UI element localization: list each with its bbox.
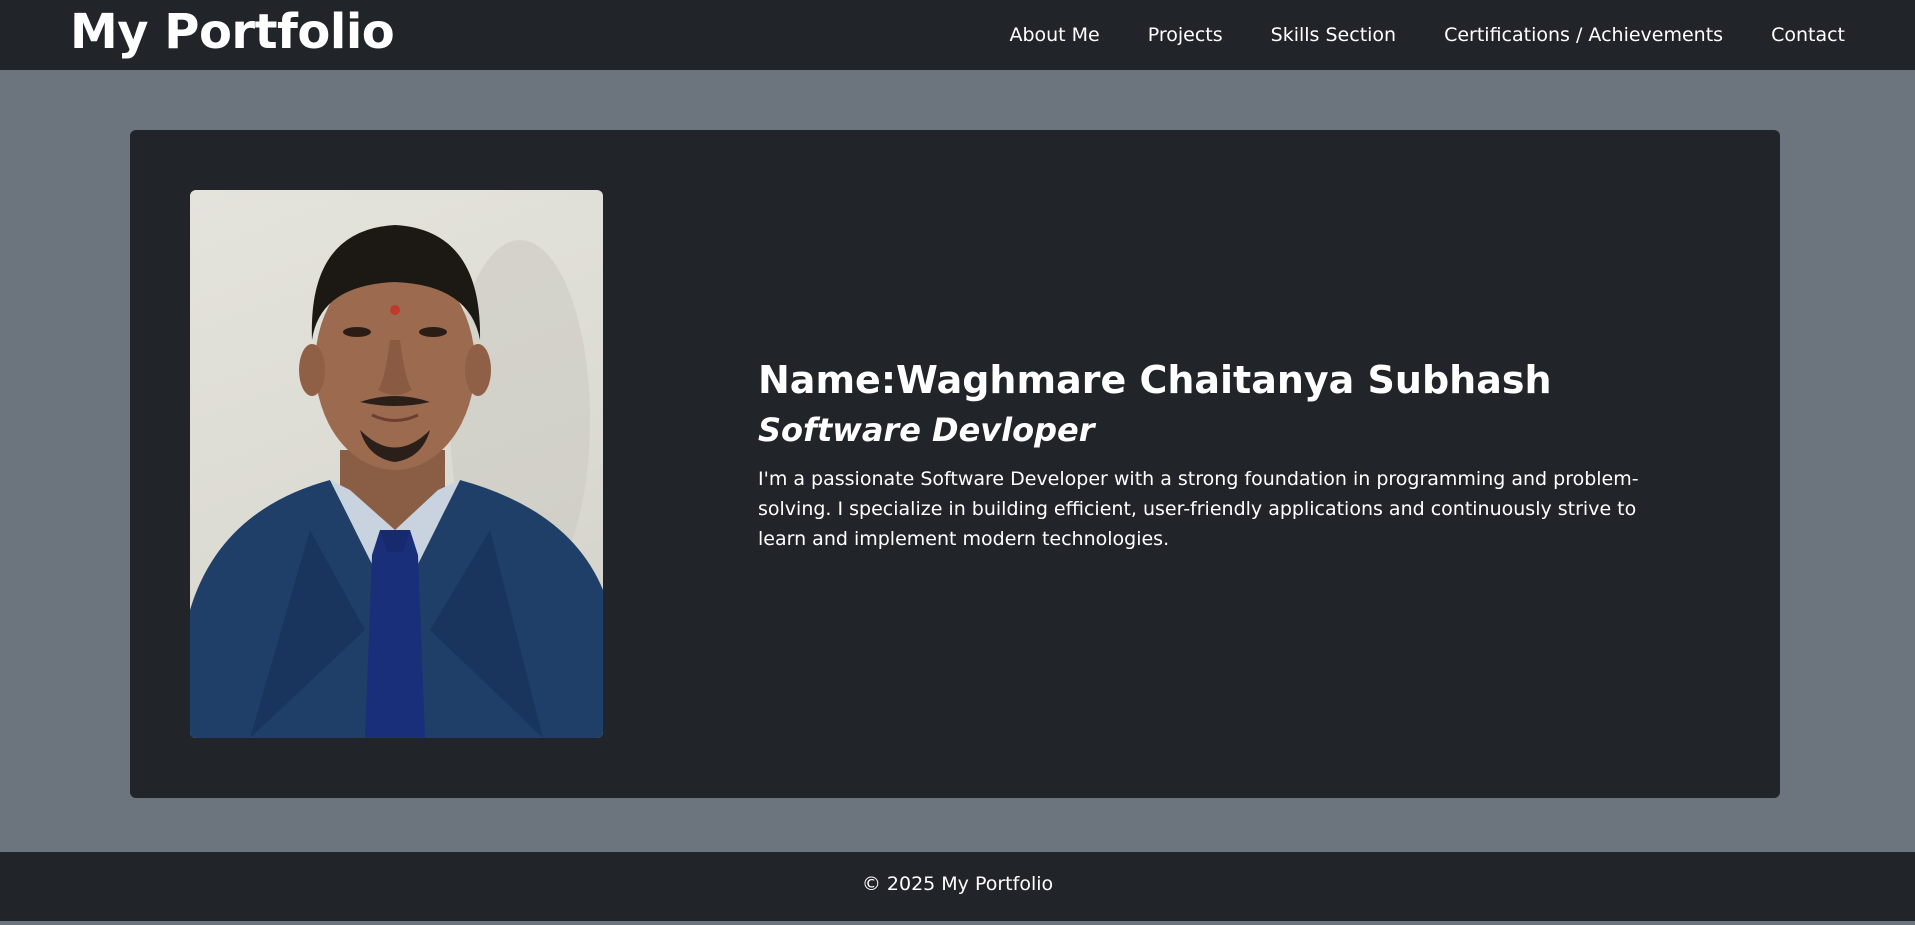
profile-photo [190,190,603,738]
profile-bio: I'm a passionate Software Developer with… [758,468,1639,550]
nav-link-about-me[interactable]: About Me [1009,24,1099,46]
profile-name: Name:Waghmare Chaitanya Subhash [758,358,1552,402]
footer: © 2025 My Portfolio [0,852,1915,921]
nav-link-contact[interactable]: Contact [1771,24,1845,46]
nav-link-skills[interactable]: Skills Section [1271,24,1396,46]
main-section: Name:Waghmare Chaitanya Subhash Software… [0,70,1915,852]
brand-link[interactable]: My Portfolio [70,2,395,62]
nav-links: About Me Projects Skills Section Certifi… [1009,0,1845,70]
nav-link-projects[interactable]: Projects [1148,24,1223,46]
footer-copyright: © 2025 My Portfolio [861,872,1054,895]
about-info: Name:Waghmare Chaitanya Subhash Software… [758,356,1688,554]
nav-link-certifications[interactable]: Certifications / Achievements [1444,24,1723,46]
profile-role: Software Devloper [758,411,1095,449]
about-card: Name:Waghmare Chaitanya Subhash Software… [130,130,1780,798]
navbar: My Portfolio About Me Projects Skills Se… [0,0,1915,70]
